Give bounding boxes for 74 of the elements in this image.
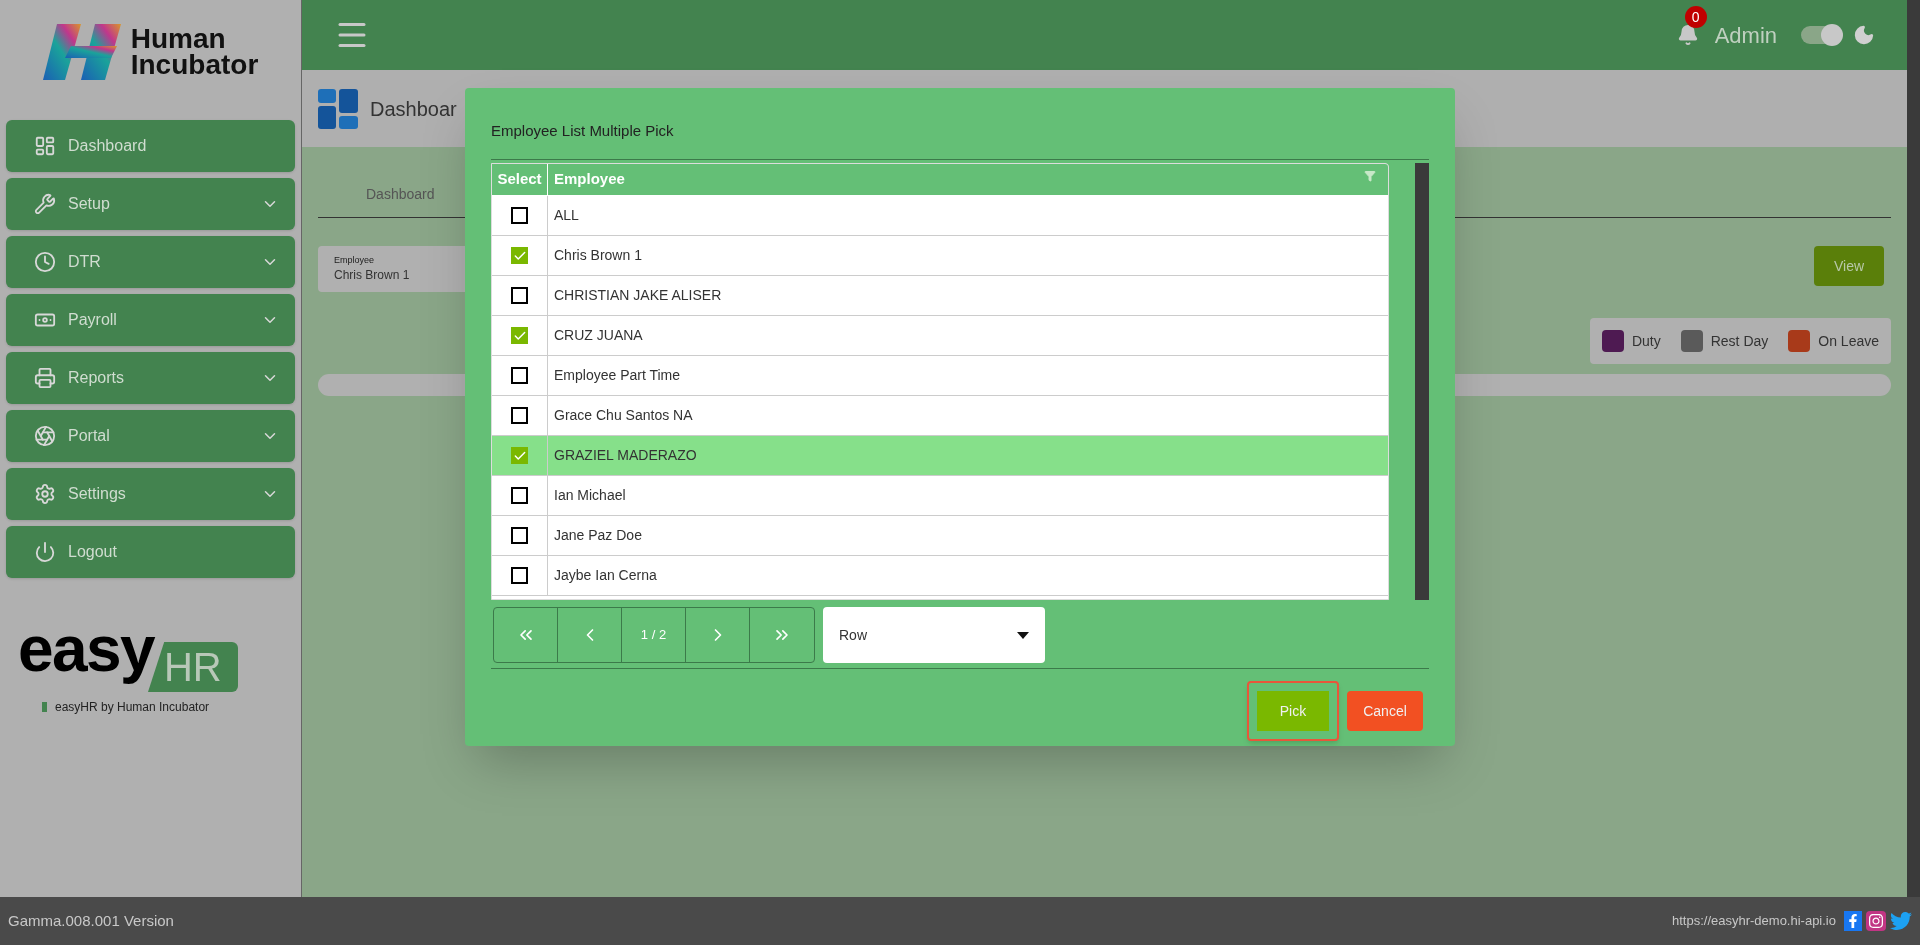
notification-bell-icon[interactable]: [1676, 24, 1699, 46]
page-tab[interactable]: Dashboard: [334, 171, 467, 217]
table-row[interactable]: CHRISTIAN JAKE ALISER: [492, 276, 1389, 316]
legend-label: On Leave: [1818, 331, 1879, 351]
product-tagline: easyHR by Human Incubator: [55, 699, 210, 716]
table-row[interactable]: GRAZIEL MADERAZO: [492, 436, 1389, 476]
table-cell-text: Jaybe Ian Cerna: [553, 566, 658, 585]
clock-icon: [34, 251, 56, 273]
filter-icon[interactable]: [1364, 170, 1377, 182]
sidebar-item[interactable]: Dashboard: [6, 120, 295, 172]
page-title: Dashboar: [370, 96, 457, 122]
caret-icon: [1017, 631, 1029, 639]
tagline-mark-icon: [42, 702, 47, 712]
table-cell-text: ALL: [553, 206, 580, 225]
site-link[interactable]: https://easyhr-demo.hi-api.io: [1671, 911, 1836, 931]
dark-mode-toggle[interactable]: [1801, 26, 1841, 44]
row-checkbox[interactable]: [511, 567, 528, 584]
table-row[interactable]: Employee Part Time: [492, 356, 1389, 396]
table-row[interactable]: Jane Paz Doe: [492, 516, 1389, 556]
dashboard-tiles-icon: [318, 88, 358, 129]
legend-label: Duty: [1631, 331, 1661, 351]
sidebar-item[interactable]: Reports: [6, 352, 295, 404]
scrollbar[interactable]: [1907, 0, 1920, 897]
page-indicator: 1 / 2: [622, 608, 686, 662]
sidebar-item[interactable]: DTR: [6, 236, 295, 288]
row-checkbox[interactable]: [511, 447, 528, 464]
dialog-title: Employee List Multiple Pick: [491, 121, 674, 142]
row-checkbox[interactable]: [511, 327, 528, 344]
sidebar-item[interactable]: Portal: [6, 410, 295, 462]
row-checkbox[interactable]: [511, 487, 528, 504]
sidebar-item[interactable]: Setup: [6, 178, 295, 230]
cancel-button[interactable]: Cancel: [1347, 691, 1423, 731]
table-cell-text: Grace Chu Santos NA: [553, 406, 694, 425]
table-cell-text: CHRISTIAN JAKE ALISER: [553, 286, 723, 305]
table-row[interactable]: Chris Brown 1: [492, 236, 1389, 276]
notification-badge: 0: [1684, 6, 1707, 28]
column-header: Select: [492, 164, 548, 195]
rows-dropdown[interactable]: Row: [823, 607, 1045, 663]
table-row[interactable]: CRUZ JUANA: [492, 316, 1389, 356]
table-cell-text: Employee Part Time: [553, 366, 682, 385]
table-cell-text: GRAZIEL MADERAZO: [553, 446, 698, 465]
user-name: Admin: [1714, 21, 1777, 50]
table-row[interactable]: Ian Michael: [492, 476, 1389, 516]
row-checkbox[interactable]: [511, 407, 528, 424]
power-icon: [34, 541, 56, 563]
row-checkbox[interactable]: [511, 207, 528, 224]
moon-icon: [1853, 24, 1875, 46]
scrollbar[interactable]: [1415, 163, 1429, 600]
brand-name: Human Incubator: [130, 26, 259, 78]
printer-icon: [34, 367, 56, 389]
table-row[interactable]: Grace Chu Santos NA: [492, 396, 1389, 436]
legend-label: Rest Day: [1710, 331, 1769, 351]
settings-icon: [34, 483, 56, 505]
column-header: Employee: [553, 169, 626, 190]
row-checkbox[interactable]: [511, 527, 528, 544]
table-cell-text: Jane Paz Doe: [553, 526, 643, 545]
table-cell-text: Chris Brown 1: [553, 246, 643, 265]
brand-logo-icon: [42, 22, 123, 82]
row-checkbox[interactable]: [511, 247, 528, 264]
dashboard-icon: [34, 135, 56, 157]
aperture-icon: [34, 425, 56, 447]
sidebar-item[interactable]: Logout: [6, 526, 295, 578]
version-label: Gamma.008.001 Version: [8, 910, 174, 931]
table-cell-text: CRUZ JUANA: [553, 326, 644, 345]
sidebar-item[interactable]: Settings: [6, 468, 295, 520]
table-cell-text: Ian Michael: [553, 486, 627, 505]
facebook-icon[interactable]: [1844, 911, 1862, 931]
table-row[interactable]: Jaybe Ian Cerna: [492, 556, 1389, 596]
wrench-icon: [34, 193, 56, 215]
row-checkbox[interactable]: [511, 367, 528, 384]
table-row[interactable]: ALL: [492, 196, 1389, 236]
row-checkbox[interactable]: [511, 287, 528, 304]
instagram-icon[interactable]: [1866, 911, 1886, 931]
sidebar-item[interactable]: Payroll: [6, 294, 295, 346]
